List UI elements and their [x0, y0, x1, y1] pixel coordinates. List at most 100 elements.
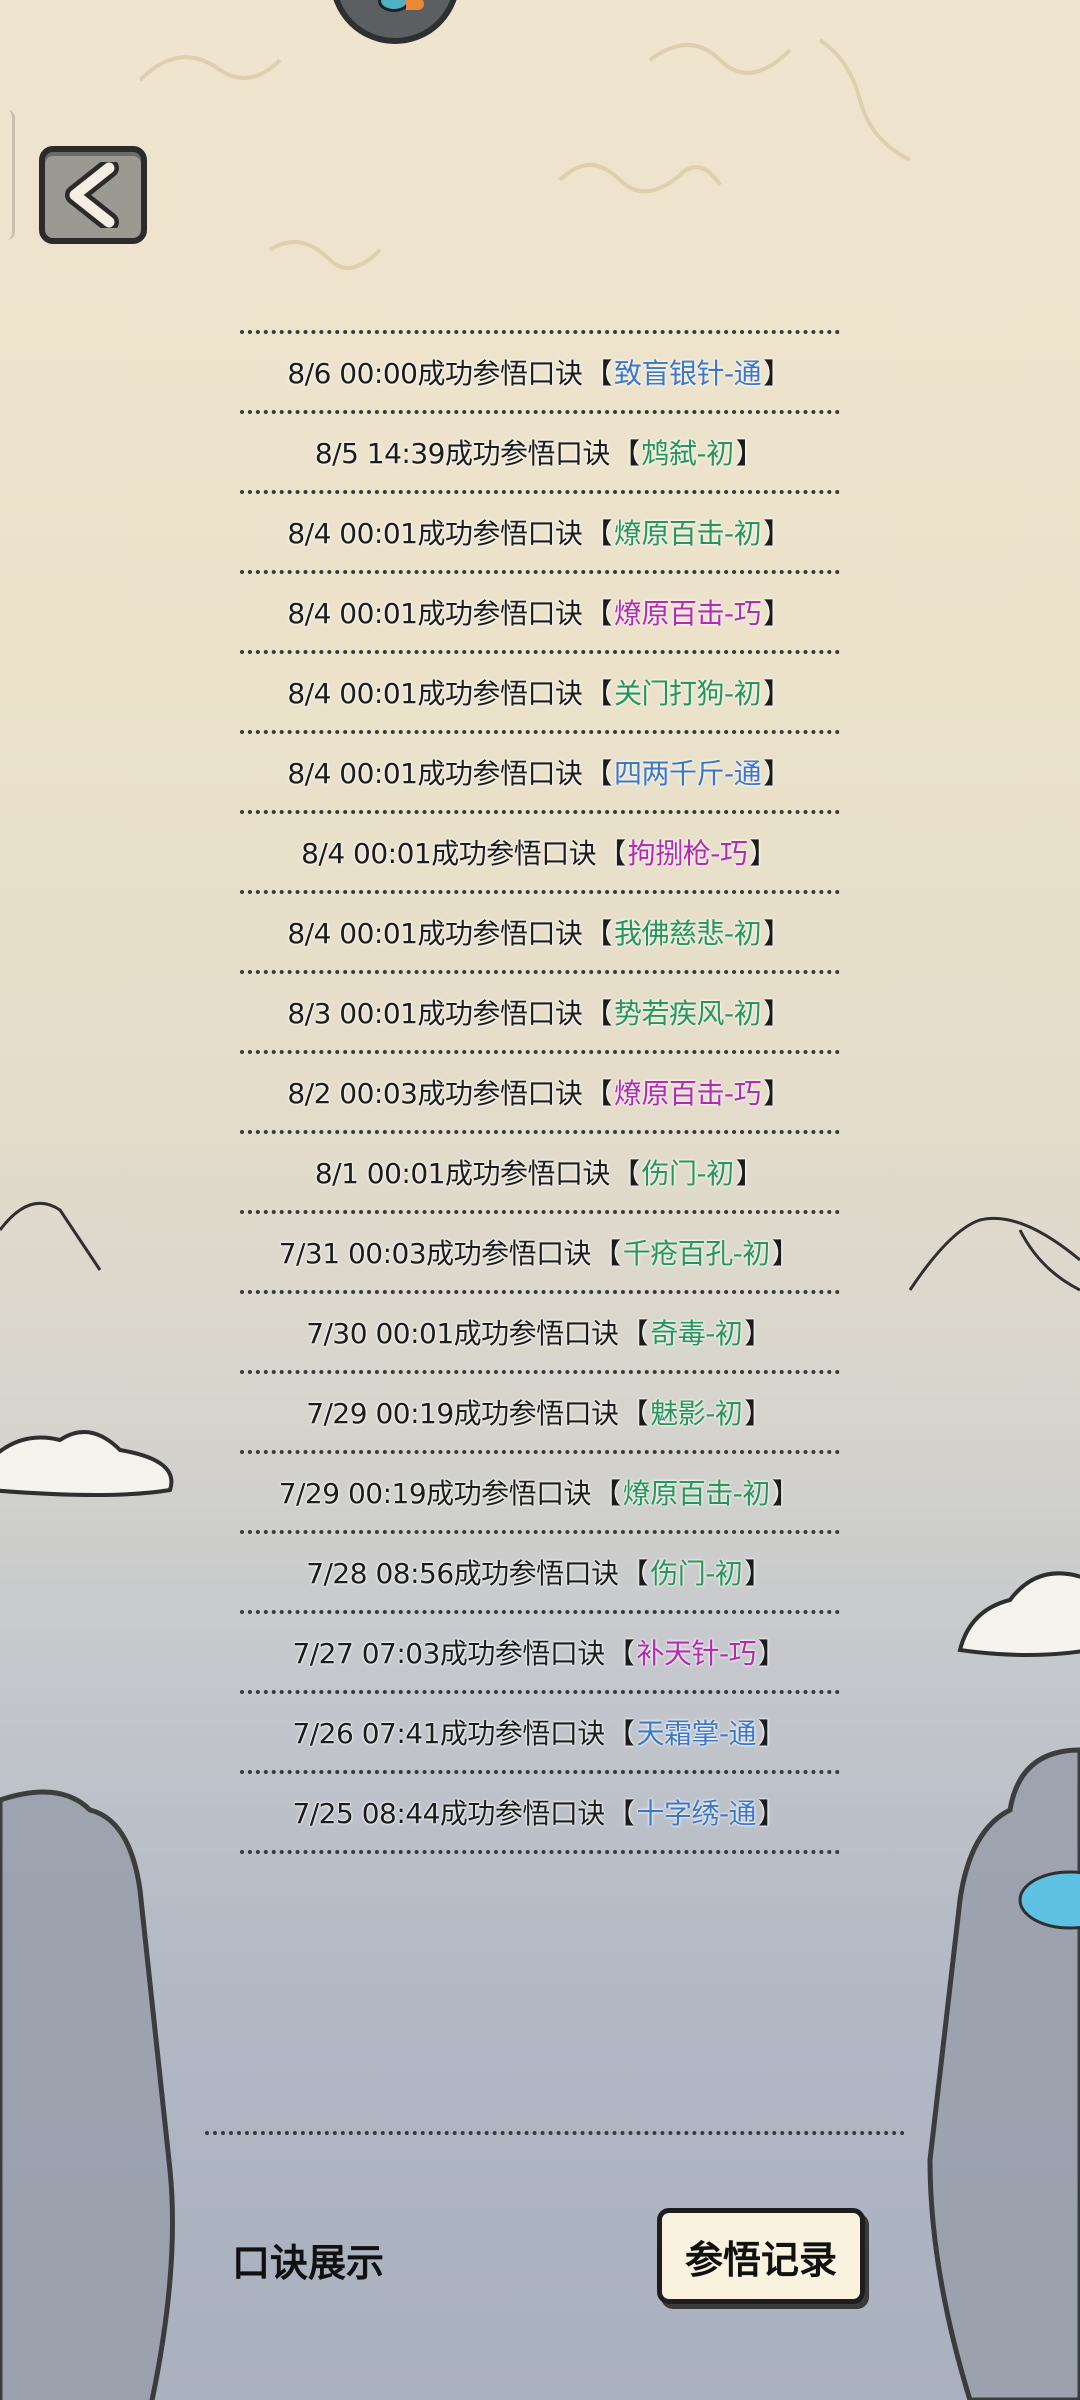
bracket-close: 】	[763, 357, 791, 390]
record-row: 7/29 00:19成功参悟口诀【燎原百击-初】	[240, 1454, 840, 1534]
bracket-open: 【	[593, 1477, 621, 1510]
skill-name: 千疮百孔-初	[622, 1237, 771, 1270]
record-time: 7/31 00:03成功参悟口诀	[278, 1237, 592, 1270]
record-row: 8/4 00:01成功参悟口诀【燎原百击-初】	[240, 494, 840, 574]
record-row: 7/26 07:41成功参悟口诀【天霜掌-通】	[240, 1694, 840, 1774]
skill-name: 魅影-初	[650, 1397, 743, 1430]
bracket-close: 】	[763, 757, 791, 790]
record-row: 8/3 00:01成功参悟口诀【势若疾风-初】	[240, 974, 840, 1054]
bracket-close: 】	[758, 1797, 786, 1830]
bracket-open: 【	[598, 837, 626, 870]
bracket-close: 】	[735, 1157, 764, 1190]
bracket-close: 】	[763, 597, 791, 630]
record-time: 8/6 00:00成功参悟口诀	[287, 357, 583, 390]
bracket-open: 【	[584, 517, 613, 550]
tab-record[interactable]: 参悟记录	[657, 2208, 865, 2304]
bracket-close: 】	[744, 1397, 772, 1430]
skill-name: 致盲银针-通	[614, 357, 762, 390]
record-time: 8/1 00:01成功参悟口诀	[314, 1157, 611, 1190]
skill-name: 我佛慈悲-初	[614, 917, 762, 950]
skill-name: 伤门-初	[650, 1557, 743, 1590]
bracket-close: 】	[763, 1077, 791, 1110]
bracket-open: 【	[584, 757, 613, 790]
record-row: 7/27 07:03成功参悟口诀【补天针-巧】	[240, 1614, 840, 1694]
record-row: 8/4 00:01成功参悟口诀【燎原百击-巧】	[240, 574, 840, 654]
bottom-divider	[205, 2131, 905, 2135]
skill-name: 燎原百击-巧	[614, 1077, 762, 1110]
skill-name: 伤门-初	[641, 1157, 735, 1190]
record-time: 7/29 00:19成功参悟口诀	[278, 1477, 592, 1510]
record-time: 8/4 00:01成功参悟口诀	[287, 757, 583, 790]
bracket-open: 【	[620, 1557, 649, 1590]
bracket-close: 】	[749, 837, 777, 870]
bracket-open: 【	[584, 357, 613, 390]
skill-name: 鸩弑-初	[641, 437, 735, 470]
bracket-close: 】	[763, 677, 791, 710]
skill-name: 关门打狗-初	[614, 677, 762, 710]
skill-name: 拘捌枪-巧	[627, 837, 748, 870]
bracket-open: 【	[584, 597, 613, 630]
bracket-open: 【	[584, 677, 613, 710]
record-time: 8/3 00:01成功参悟口诀	[287, 997, 583, 1030]
record-time: 7/29 00:19成功参悟口诀	[306, 1397, 619, 1430]
bracket-close: 】	[763, 917, 791, 950]
skill-name: 势若疾风-初	[614, 997, 762, 1030]
bracket-open: 【	[620, 1397, 649, 1430]
bracket-close: 】	[771, 1477, 800, 1510]
record-row: 8/2 00:03成功参悟口诀【燎原百击-巧】	[240, 1054, 840, 1134]
bracket-close: 】	[735, 437, 764, 470]
skill-name: 燎原百击-初	[622, 1477, 771, 1510]
skill-name: 燎原百击-巧	[614, 597, 762, 630]
skill-name: 天霜掌-通	[636, 1717, 757, 1750]
bracket-close: 】	[771, 1237, 800, 1270]
record-row: 8/1 00:01成功参悟口诀【伤门-初】	[240, 1134, 840, 1214]
edge-handle	[0, 110, 15, 240]
record-row: 7/25 08:44成功参悟口诀【十字绣-通】	[240, 1774, 840, 1854]
bracket-close: 】	[744, 1317, 772, 1350]
bracket-open: 【	[606, 1797, 635, 1830]
bracket-open: 【	[593, 1237, 621, 1270]
bracket-close: 】	[763, 997, 791, 1030]
record-time: 8/4 00:01成功参悟口诀	[301, 837, 597, 870]
record-time: 8/5 14:39成功参悟口诀	[314, 437, 611, 470]
record-time: 8/4 00:01成功参悟口诀	[287, 917, 583, 950]
record-time: 7/26 07:41成功参悟口诀	[292, 1717, 605, 1750]
record-row: 8/4 00:01成功参悟口诀【关门打狗-初】	[240, 654, 840, 734]
skill-name: 奇毒-初	[650, 1317, 743, 1350]
record-time: 8/4 00:01成功参悟口诀	[287, 517, 583, 550]
record-time: 7/25 08:44成功参悟口诀	[292, 1797, 605, 1830]
bracket-open: 【	[620, 1317, 649, 1350]
record-row: 7/28 08:56成功参悟口诀【伤门-初】	[240, 1534, 840, 1614]
record-time: 7/27 07:03成功参悟口诀	[292, 1637, 605, 1670]
record-time: 8/4 00:01成功参悟口诀	[287, 677, 583, 710]
bracket-close: 】	[744, 1557, 772, 1590]
record-row: 8/6 00:00成功参悟口诀【致盲银针-通】	[240, 334, 840, 414]
bracket-open: 【	[584, 997, 613, 1030]
bracket-close: 】	[763, 517, 791, 550]
bracket-open: 【	[584, 917, 613, 950]
record-time: 7/30 00:01成功参悟口诀	[306, 1317, 619, 1350]
skill-name: 十字绣-通	[636, 1797, 757, 1830]
bracket-open: 【	[606, 1717, 635, 1750]
record-row: 7/30 00:01成功参悟口诀【奇毒-初】	[240, 1294, 840, 1374]
skill-name: 四两千斤-通	[614, 757, 762, 790]
record-time: 8/2 00:03成功参悟口诀	[287, 1077, 583, 1110]
bracket-close: 】	[758, 1717, 786, 1750]
tab-display[interactable]: 口诀展示	[232, 2232, 384, 2287]
record-row: 8/4 00:01成功参悟口诀【拘捌枪-巧】	[240, 814, 840, 894]
chevron-left-icon	[65, 162, 119, 228]
record-row: 8/5 14:39成功参悟口诀【鸩弑-初】	[240, 414, 840, 494]
record-row: 8/4 00:01成功参悟口诀【我佛慈悲-初】	[240, 894, 840, 974]
skill-name: 燎原百击-初	[614, 517, 762, 550]
record-time: 7/28 08:56成功参悟口诀	[306, 1557, 619, 1590]
back-button[interactable]	[39, 146, 147, 244]
bracket-open: 【	[612, 1157, 640, 1190]
record-time: 8/4 00:01成功参悟口诀	[287, 597, 583, 630]
record-list[interactable]: 8/6 00:00成功参悟口诀【致盲银针-通】 8/5 14:39成功参悟口诀【鸩…	[240, 330, 840, 1854]
record-row: 7/29 00:19成功参悟口诀【魅影-初】	[240, 1374, 840, 1454]
bracket-open: 【	[606, 1637, 635, 1670]
bracket-open: 【	[612, 437, 640, 470]
skill-name: 补天针-巧	[636, 1637, 757, 1670]
record-row: 7/31 00:03成功参悟口诀【千疮百孔-初】	[240, 1214, 840, 1294]
bracket-open: 【	[584, 1077, 613, 1110]
